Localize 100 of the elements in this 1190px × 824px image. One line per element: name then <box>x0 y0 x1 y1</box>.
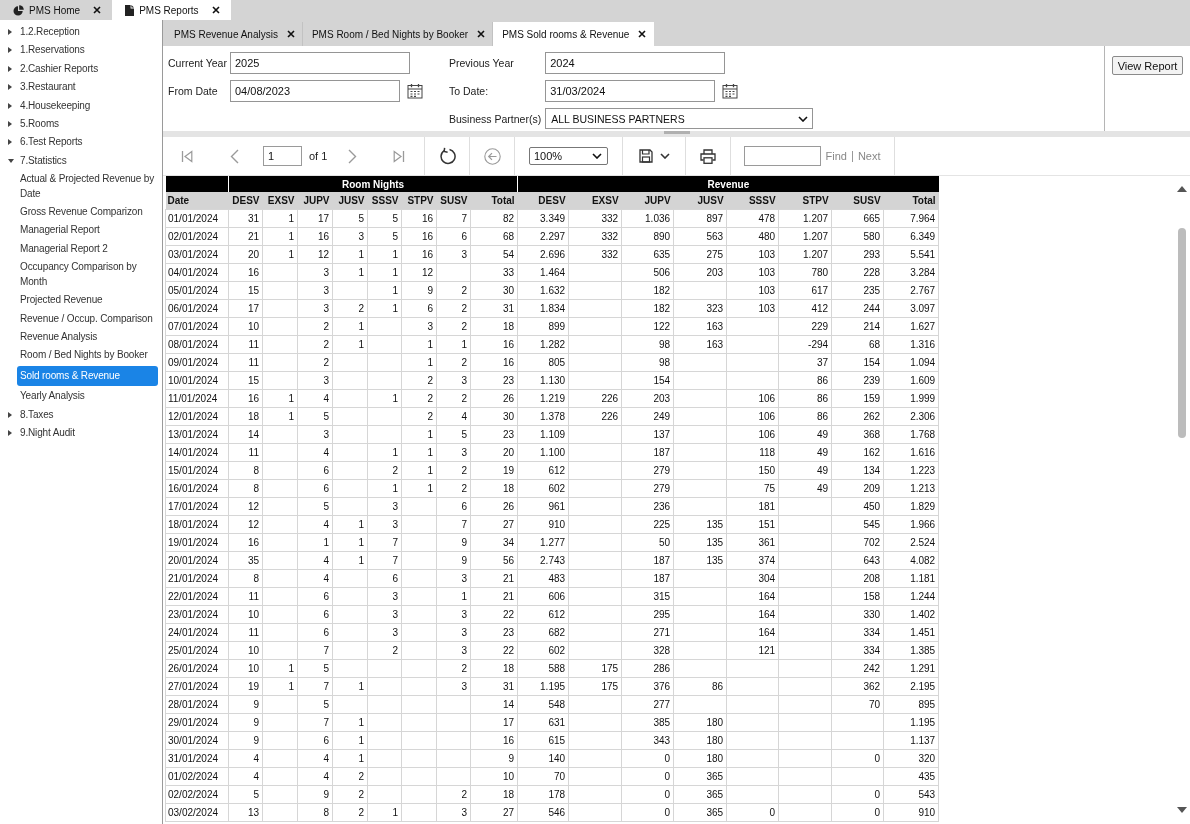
table-cell: 1.223 <box>883 461 939 480</box>
tree-item[interactable]: 6.Test Reports <box>20 135 83 150</box>
close-icon[interactable] <box>638 30 647 38</box>
date-field[interactable]: 31/03/2024 <box>545 80 716 102</box>
table-cell: 1 <box>367 281 402 300</box>
table-cell: 483 <box>517 569 569 588</box>
tree-item[interactable]: Revenue / Occup. Comparison <box>17 309 158 328</box>
table-cell: 328 <box>621 641 674 660</box>
table-cell: 4 <box>297 389 333 408</box>
tree-item[interactable]: 3.Restaurant <box>20 80 76 95</box>
table-cell: 17 <box>470 713 518 732</box>
refresh-icon[interactable] <box>438 147 456 165</box>
triangle-down-icon[interactable] <box>1177 807 1187 813</box>
caret-right-icon[interactable] <box>8 411 12 418</box>
caret-right-icon[interactable] <box>8 429 12 436</box>
table-cell: 2 <box>436 785 471 804</box>
date-cell: 07/01/2024 <box>165 317 229 336</box>
view-report-button[interactable]: View Report <box>1111 56 1184 75</box>
caret-right-icon[interactable] <box>8 47 12 54</box>
dropdown[interactable]: ALL BUSINESS PARTNERS <box>545 108 814 129</box>
caret-right-icon[interactable] <box>8 65 12 72</box>
table-cell: 1.966 <box>883 515 939 534</box>
field-label: Previous Year <box>449 57 515 69</box>
table-cell: 135 <box>673 515 727 534</box>
caret-right-icon[interactable] <box>8 102 12 109</box>
tree-item[interactable]: Projected Revenue <box>17 291 158 310</box>
close-icon[interactable] <box>93 6 102 14</box>
scrollbar-thumb[interactable] <box>1178 228 1186 438</box>
tree-item[interactable]: 2.Cashier Reports <box>20 61 99 77</box>
tree-item[interactable]: Actual & Projected Revenue by Date <box>17 170 158 204</box>
tree-item[interactable]: 9.Night Audit <box>20 425 75 441</box>
caret-right-icon[interactable] <box>8 139 12 146</box>
caret-down-icon[interactable] <box>8 158 14 163</box>
tree-item[interactable]: Managerial Report 2 <box>17 239 158 259</box>
close-icon[interactable] <box>286 30 295 38</box>
printer-icon[interactable] <box>700 148 716 164</box>
date-cell: 13/01/2024 <box>165 425 229 444</box>
table-cell: 643 <box>831 551 884 570</box>
table-cell: 361 <box>726 533 779 552</box>
app-tab[interactable]: PMS Reports <box>112 0 231 20</box>
app-tab[interactable]: PMS Home <box>0 0 113 20</box>
caret-right-icon[interactable] <box>8 29 12 35</box>
table-cell: 11 <box>228 623 263 642</box>
tree-item[interactable]: Managerial Report <box>17 221 158 240</box>
caret-right-icon[interactable] <box>8 121 12 128</box>
find-field[interactable] <box>744 146 822 166</box>
tree-item[interactable]: 4.Housekeeping <box>20 98 91 114</box>
date-cell: 01/02/2024 <box>165 767 229 786</box>
table-cell: 4 <box>228 767 263 786</box>
grip-icon[interactable] <box>663 131 690 134</box>
table-cell: 9 <box>228 713 263 732</box>
column-header: STPV <box>778 192 832 210</box>
tree-item[interactable]: 1.Reservations <box>20 43 85 58</box>
table-cell: 226 <box>568 407 622 426</box>
triangle-up-icon[interactable] <box>1177 186 1187 192</box>
tree-item[interactable]: Room / Bed Nights by Booker <box>17 346 158 365</box>
close-icon[interactable] <box>477 30 486 38</box>
caret-right-icon[interactable] <box>8 84 12 91</box>
table-cell: 19 <box>228 677 263 696</box>
close-icon[interactable] <box>211 6 220 14</box>
table-cell: 890 <box>621 227 674 246</box>
chevron-down-icon[interactable] <box>592 153 602 159</box>
report-tab[interactable]: PMS Sold rooms & Revenue <box>493 22 655 46</box>
tree-item[interactable]: 8.Taxes <box>20 407 54 422</box>
table-cell: 631 <box>517 713 569 732</box>
chevron-down-icon[interactable] <box>798 115 809 122</box>
table-cell: 30 <box>470 407 518 426</box>
table-cell: 5 <box>297 659 333 678</box>
table-cell: 376 <box>621 677 674 696</box>
column-header: Total <box>470 192 518 210</box>
table-cell: 214 <box>831 317 884 336</box>
table-cell: 16 <box>401 209 437 228</box>
tree-item[interactable]: Yearly Analysis <box>17 387 158 406</box>
table-cell: 8 <box>228 461 263 480</box>
page-field[interactable]: 1 <box>263 146 302 166</box>
tree-item[interactable]: Revenue Analysis <box>17 327 158 347</box>
table-cell: 11 <box>228 443 263 462</box>
calendar-icon[interactable] <box>407 83 423 99</box>
table-cell: 208 <box>831 569 884 588</box>
table-cell: 49 <box>778 479 832 498</box>
calendar-icon[interactable] <box>722 83 739 99</box>
table-cell: 162 <box>831 443 884 462</box>
tree-item[interactable]: 5.Rooms <box>20 117 59 132</box>
date-field[interactable]: 04/08/2023 <box>230 80 400 102</box>
text-field[interactable]: 2025 <box>230 52 410 74</box>
table-cell: 702 <box>831 533 884 552</box>
tree-item[interactable]: 7.Statistics <box>20 153 67 169</box>
tree-item[interactable]: Occupancy Comparison by Month <box>17 258 158 292</box>
text-field[interactable]: 2024 <box>545 52 726 74</box>
table-cell: 1.291 <box>883 659 939 678</box>
zoom-select[interactable]: 100% <box>529 147 608 165</box>
date-cell: 15/01/2024 <box>165 461 229 480</box>
tree-item[interactable]: Gross Revenue Comparizon <box>17 203 158 222</box>
tree-item[interactable]: Sold rooms & Revenue <box>17 365 158 387</box>
table-cell: 606 <box>517 587 569 606</box>
tree-item[interactable]: 1.2.Reception <box>20 25 80 40</box>
table-cell: 1 <box>262 209 298 228</box>
table-cell: 6.349 <box>883 227 939 246</box>
chevron-down-icon[interactable] <box>659 153 670 159</box>
table-cell: 86 <box>778 371 832 390</box>
